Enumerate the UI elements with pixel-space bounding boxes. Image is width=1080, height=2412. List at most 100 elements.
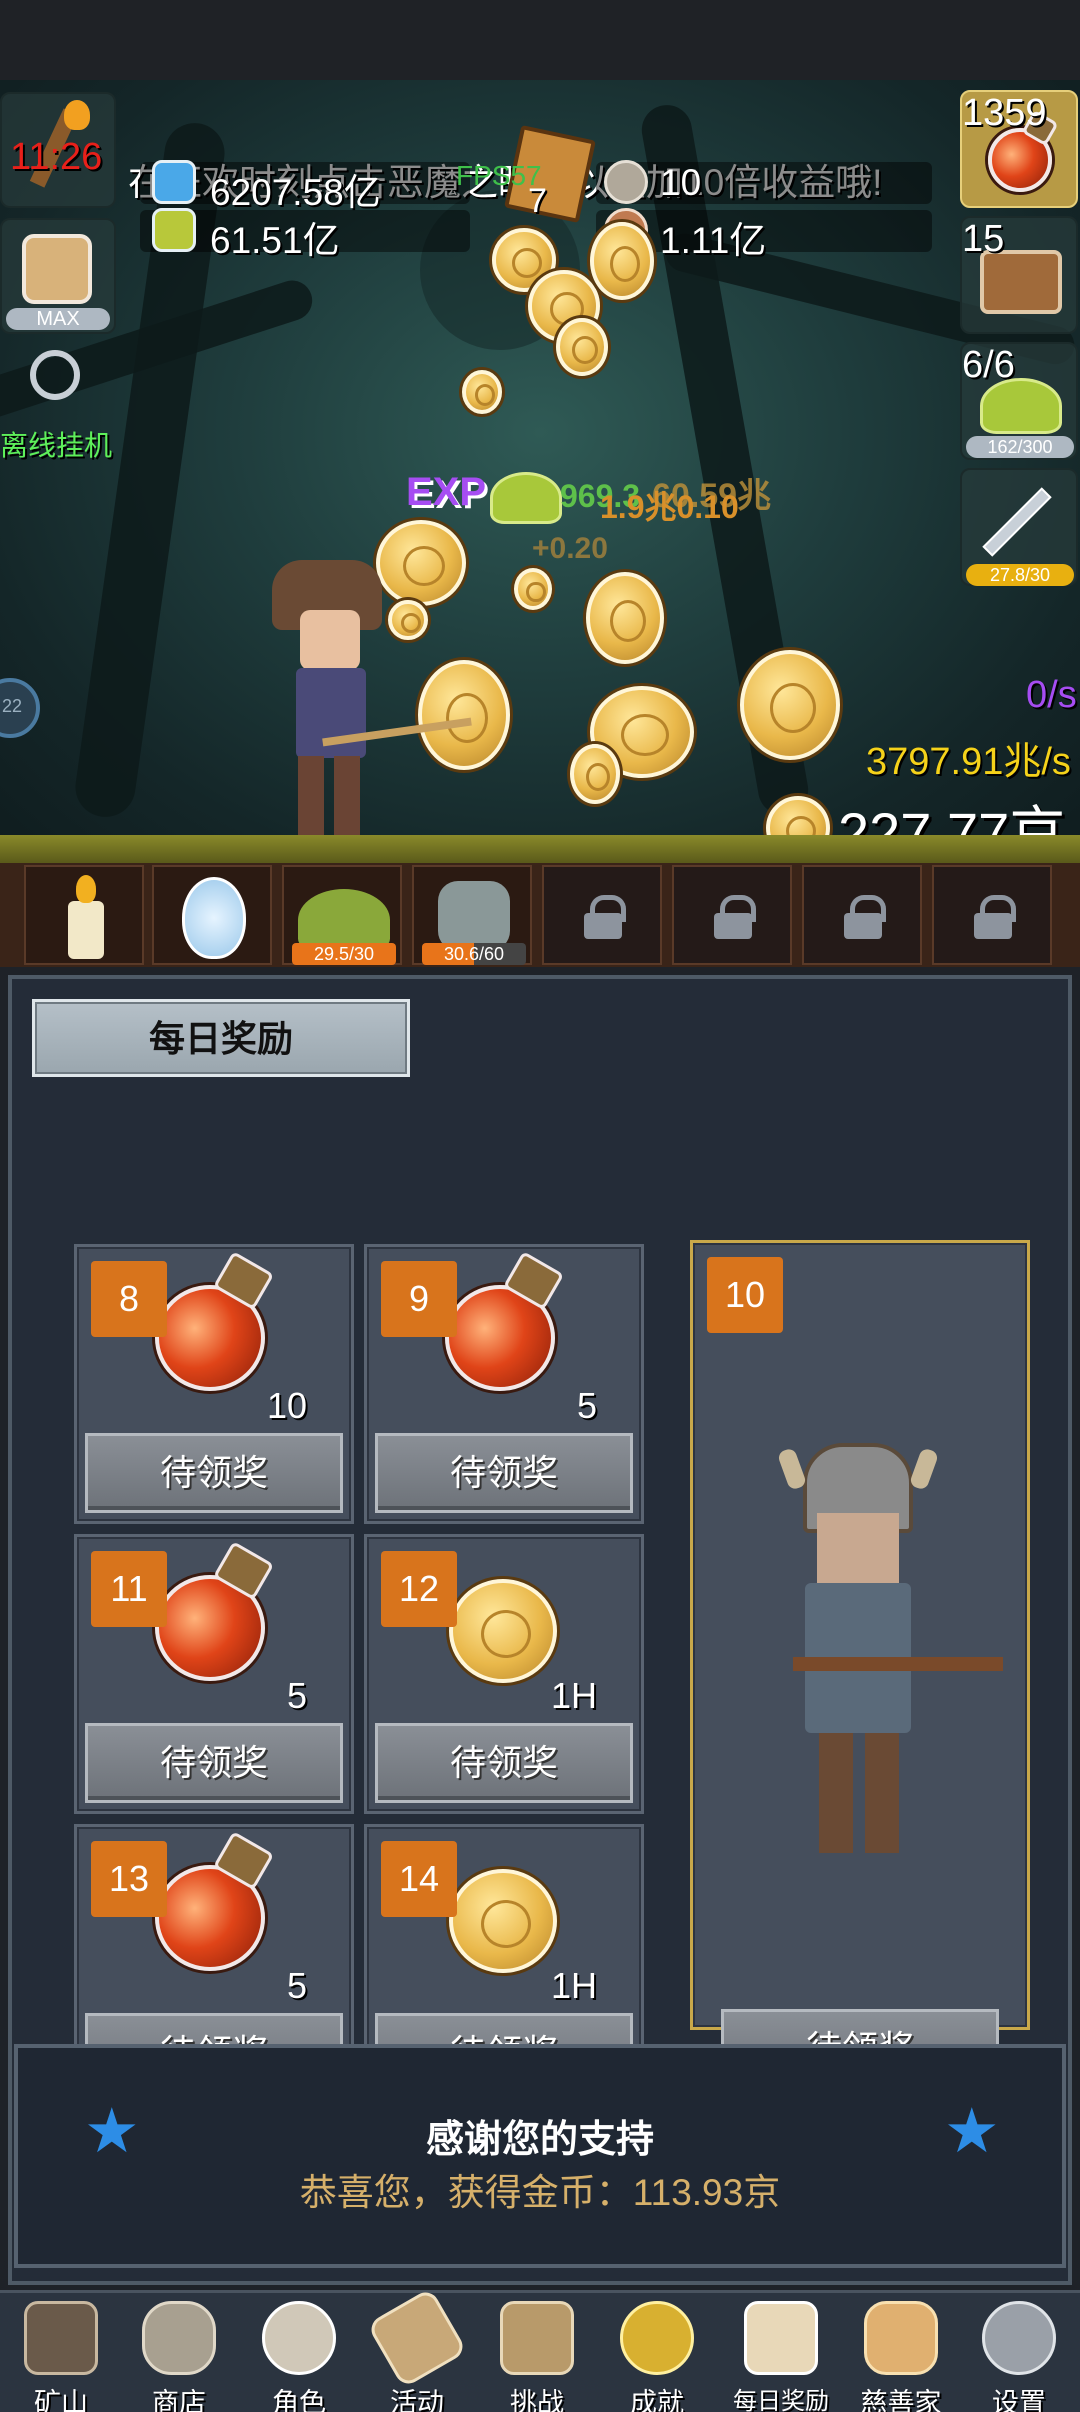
lock-icon — [584, 895, 626, 939]
blue-potion-icon — [152, 160, 196, 204]
resource-stone: 10 — [596, 160, 932, 204]
coin-icon[interactable] — [586, 572, 664, 664]
candle-flame-icon — [76, 875, 96, 903]
exp-popup: EXP — [406, 470, 487, 514]
nav-item-achievement[interactable]: 成就 — [598, 2293, 716, 2412]
sword-progress: 27.8/30 — [966, 564, 1074, 586]
gear-icon — [982, 2301, 1056, 2375]
nav-item-daily-reward[interactable]: 每日奖励 — [722, 2293, 840, 2412]
blue-potion-value: 6207.58亿 — [210, 172, 381, 213]
offline-label: 离线挂机 — [0, 430, 113, 461]
hero-leg — [334, 756, 360, 836]
gold-popup: +0.20 — [532, 532, 608, 565]
stone-icon — [142, 2301, 216, 2375]
star-icon: ★ — [944, 2094, 1000, 2167]
nav-item-mine[interactable]: 矿山 — [2, 2293, 120, 2412]
slime-progress: 162/300 — [966, 436, 1074, 458]
gold-rate: 3797.91兆/s — [866, 741, 1071, 783]
max-badge: MAX — [6, 308, 110, 330]
panel-title: 每日奖励 — [32, 999, 410, 1077]
slime-enemy-icon[interactable] — [490, 472, 562, 524]
stone-icon — [604, 160, 648, 204]
day-badge: 10 — [707, 1257, 783, 1333]
gold-popup: 1.9兆0.10 — [600, 489, 739, 525]
nav-label: 挑战 — [510, 2388, 564, 2412]
nav-label: 设置 — [992, 2388, 1046, 2412]
slime-count: 6/6 — [962, 344, 1015, 386]
side-counter-button[interactable]: 22 — [0, 678, 40, 738]
item-slot-zombie[interactable]: 30.6/60 — [412, 865, 532, 965]
item-slot-egg[interactable] — [152, 865, 272, 965]
big-card-clip: 10 待领奖 — [0, 1240, 1080, 2044]
potion-count: 1359 — [962, 92, 1047, 134]
nav-item-activity[interactable]: 活动 — [358, 2287, 476, 2412]
slime-pet-progress: 29.5/30 — [292, 943, 396, 965]
wrench-icon — [30, 350, 80, 400]
nav-item-character[interactable]: 角色 — [240, 2293, 358, 2412]
coin-icon[interactable] — [462, 370, 502, 414]
coin-icon[interactable] — [514, 568, 552, 610]
offline-button[interactable]: 离线挂机 — [0, 342, 116, 461]
map-icon — [500, 2301, 574, 2375]
dialog-title: 感谢您的支持 — [425, 2119, 654, 2161]
nav-item-settings[interactable]: 设置 — [960, 2293, 1078, 2412]
resource-green-potion: 61.51亿 — [140, 208, 470, 261]
flame-icon — [64, 100, 90, 130]
hero-character[interactable] — [262, 560, 472, 850]
reward-card-day-10[interactable]: 10 待领奖 — [690, 1240, 1030, 2044]
event-timer: 11:26 — [10, 136, 103, 178]
hero-leg — [298, 756, 324, 836]
egg-icon — [182, 877, 246, 959]
stone-value: 10 — [660, 162, 702, 203]
claim-button[interactable]: 待领奖 — [721, 2009, 999, 2044]
envelope-icon — [744, 2301, 818, 2375]
nav-item-charity[interactable]: 慈善家 — [842, 2293, 960, 2412]
potion-slot[interactable]: 1359 — [960, 90, 1078, 208]
item-slot-slime[interactable]: 29.5/30 — [282, 865, 402, 965]
sword-slot[interactable]: 27.8/30 — [960, 468, 1078, 586]
item-slot-locked[interactable] — [672, 865, 792, 965]
nav-label: 成就 — [630, 2388, 684, 2412]
coin-icon[interactable] — [418, 660, 510, 770]
meat-value: 1.11亿 — [660, 220, 767, 261]
resource-blue-potion: 6207.58亿 — [140, 160, 470, 213]
item-slot-candle[interactable] — [24, 865, 144, 965]
skull-icon — [262, 2301, 336, 2375]
red-potion-icon — [988, 128, 1052, 192]
candle-icon — [68, 901, 104, 959]
slime-slot[interactable]: 6/6 162/300 — [960, 342, 1078, 460]
item-bar: 29.5/30 30.6/60 — [0, 863, 1080, 967]
item-slot-locked[interactable] — [932, 865, 1052, 965]
torch-button[interactable]: 11:26 — [0, 92, 116, 208]
hero-face — [300, 610, 360, 670]
star-icon: ★ — [84, 2094, 140, 2167]
nav-item-challenge[interactable]: 挑战 — [478, 2293, 596, 2412]
coin-icon[interactable] — [740, 650, 840, 760]
beer-button[interactable]: MAX — [0, 218, 116, 334]
nav-item-shop[interactable]: 商店 — [120, 2293, 238, 2412]
zombie-pet-icon — [438, 881, 510, 951]
key-icon — [620, 2301, 694, 2375]
coin-icon[interactable] — [556, 318, 608, 376]
scroll-icon — [366, 2287, 468, 2389]
congrats-dialog[interactable]: 感谢您的支持 ★ ★ 恭喜您，获得金币：113.93京 — [14, 2044, 1066, 2268]
chest-count: 15 — [962, 218, 1005, 260]
bread-icon — [864, 2301, 938, 2375]
zombie-pet-progress: 30.6/60 — [422, 943, 526, 965]
item-slot-locked[interactable] — [802, 865, 922, 965]
chest-slot[interactable]: 15 — [960, 216, 1078, 334]
nav-label: 每日奖励 — [733, 2388, 829, 2412]
slime-pet-icon — [298, 889, 390, 951]
nav-label: 角色 — [272, 2388, 326, 2412]
coin-icon[interactable] — [570, 744, 620, 804]
nav-label: 活动 — [390, 2388, 444, 2412]
lock-icon — [974, 895, 1016, 939]
lantern-icon — [24, 2301, 98, 2375]
game-scene[interactable]: 在狂欢时刻点击恶魔之眼可以叠加10倍收益哦! 6207.58亿 61.51亿 1… — [0, 80, 1080, 863]
coin-icon[interactable] — [590, 222, 654, 300]
nav-label: 矿山 — [34, 2388, 88, 2412]
item-slot-locked[interactable] — [542, 865, 662, 965]
per-second-rate: 0/s — [1026, 674, 1077, 716]
sword-icon — [982, 487, 1052, 557]
beer-mug-icon — [22, 234, 92, 304]
